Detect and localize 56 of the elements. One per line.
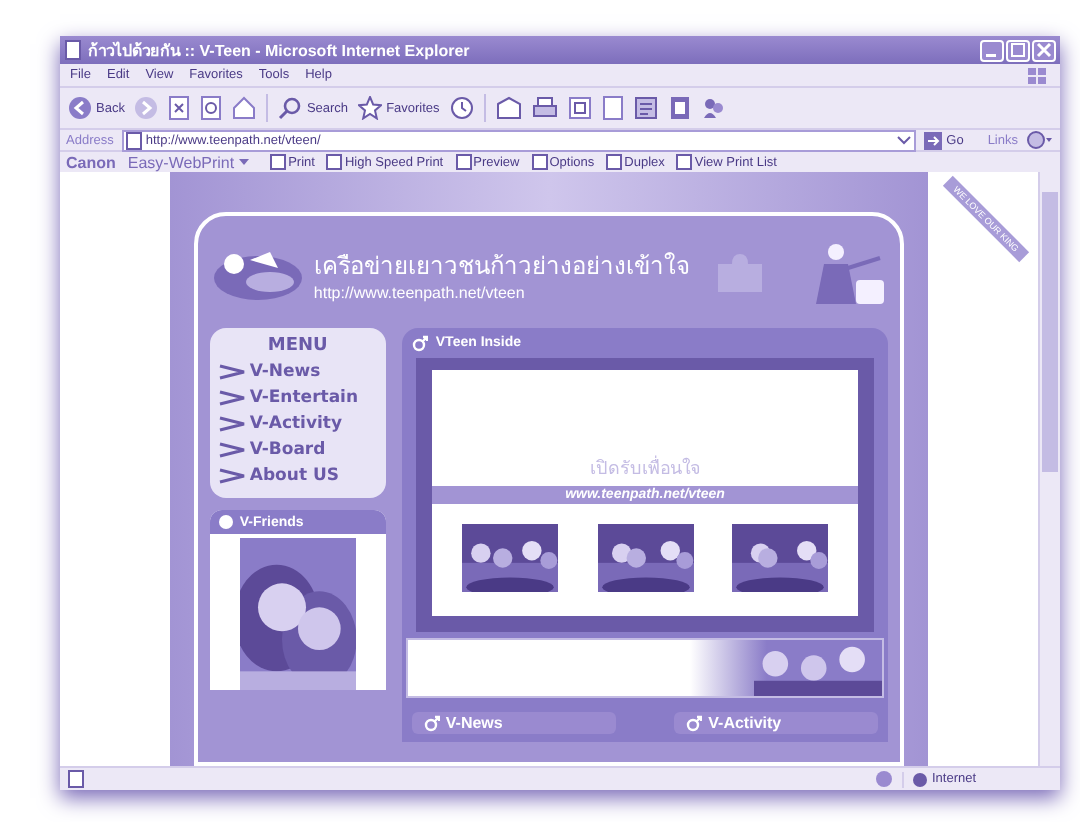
document-icon (270, 154, 287, 170)
star-icon (358, 96, 383, 120)
maximize-icon (1010, 42, 1026, 58)
toolbar-options-icon[interactable] (1026, 130, 1054, 150)
puzzle-icon (713, 252, 766, 296)
site-tagline: เครือข่ายเยาวชนก้าวย่างอย่างเข้าใจ (313, 250, 690, 284)
home-icon[interactable] (232, 96, 257, 120)
stop-icon[interactable] (168, 96, 191, 120)
inside-caption: เปิดรับเพื่อนใจ (590, 454, 701, 482)
menu-bullet-icon (217, 414, 246, 434)
edit-icon[interactable] (567, 96, 592, 120)
menu-bullet-icon (217, 440, 246, 460)
close-icon (1036, 42, 1052, 58)
page-icon (125, 131, 142, 149)
document-icon (455, 154, 472, 170)
caret-icon[interactable] (238, 156, 251, 168)
dropdown-caret-icon[interactable] (896, 132, 913, 148)
arrow-icon (924, 131, 943, 149)
refresh-icon[interactable] (200, 96, 223, 120)
minimize-button[interactable] (980, 39, 1004, 61)
gender-symbol-icon (411, 334, 428, 352)
menu-link[interactable]: V-News (249, 362, 321, 382)
book-icon[interactable] (667, 96, 692, 120)
menu-link[interactable]: V-Activity (249, 414, 343, 434)
menu-link[interactable]: About US (249, 466, 339, 486)
section-title: V-Activity (708, 714, 782, 732)
circle-icon (217, 514, 234, 530)
print-icon[interactable] (531, 96, 558, 120)
history-icon[interactable] (449, 96, 474, 120)
menu-link[interactable]: V-Board (249, 440, 326, 460)
close-button[interactable] (1032, 39, 1056, 61)
research-icon[interactable] (633, 96, 658, 120)
menu-bullet-icon (217, 362, 246, 382)
messenger-icon[interactable] (701, 96, 726, 120)
maximize-button[interactable] (1006, 39, 1030, 61)
document-icon (531, 154, 548, 170)
menu-bullet-icon (217, 466, 246, 486)
document-icon (676, 154, 693, 170)
brand-label: Canon (66, 153, 116, 171)
document-icon[interactable] (601, 96, 624, 120)
page-status-icon (68, 770, 84, 788)
scrollbar[interactable] (1038, 172, 1060, 766)
gender-symbol-icon (686, 714, 703, 732)
search-icon (278, 96, 303, 120)
page-icon (64, 40, 82, 60)
menu-title: MENU (267, 336, 328, 356)
menu-bullet-icon (217, 388, 246, 408)
menu-link[interactable]: V-Entertain (249, 388, 359, 408)
easy-webprint-menu[interactable]: Easy-WebPrint (127, 153, 235, 171)
document-icon (606, 154, 623, 170)
site-url: http://www.teenpath.net/vteen (313, 284, 527, 302)
gender-symbol-icon (423, 714, 440, 732)
window-title: ก้าวไปด้วยกัน :: V-Teen - Microsoft Internet Explorer (88, 39, 470, 63)
windows-logo-icon (1026, 65, 1050, 85)
document-icon (326, 154, 343, 170)
section-title: V-News (445, 714, 503, 732)
